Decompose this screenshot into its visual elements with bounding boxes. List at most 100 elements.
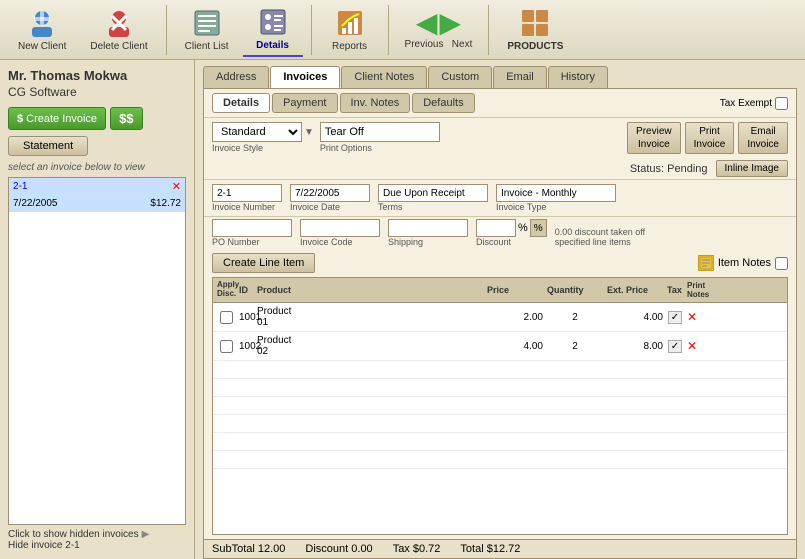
empty-row — [213, 361, 787, 379]
dollar-icon: $ — [17, 113, 23, 125]
create-invoice-button[interactable]: $ Create Invoice — [8, 107, 106, 130]
previous-button[interactable]: ◀ — [416, 9, 438, 37]
details-button[interactable]: Details — [243, 2, 303, 57]
invoice-number-input[interactable] — [212, 184, 282, 202]
tax-cell-1[interactable]: ✓ — [665, 311, 685, 324]
toolbar-separator-1 — [166, 5, 167, 55]
print-options-group: Print Options — [320, 122, 440, 153]
discount-field: % % Discount — [476, 219, 547, 247]
nav-arrows: ◀ ▶ — [416, 9, 461, 37]
sub-tab-payment[interactable]: Payment — [272, 93, 337, 113]
tab-client-notes[interactable]: Client Notes — [341, 66, 427, 88]
click-invoices-link[interactable]: Click to show hidden invoices ▶ — [8, 529, 186, 540]
delete-cell-2[interactable]: ✕ — [685, 338, 705, 354]
discount-display: Discount 0.00 — [305, 543, 372, 555]
tab-address[interactable]: Address — [203, 66, 269, 88]
percent-sign: % — [518, 222, 528, 234]
table-header: ApplyDisc. ID Product Price Quantity Ext… — [213, 278, 787, 303]
delete-row-icon-1[interactable]: ✕ — [687, 310, 697, 324]
apply-discount-cell-1 — [215, 310, 237, 325]
statement-button[interactable]: Statement — [8, 136, 88, 156]
empty-row — [213, 433, 787, 451]
preview-invoice-button[interactable]: Preview Invoice — [627, 122, 681, 154]
dropdown-arrow-icon: ▼ — [304, 127, 314, 138]
prev-next-nav: ◀ ▶ Previous Next — [397, 5, 481, 54]
empty-row — [213, 451, 787, 469]
ext-price-cell-2: 8.00 — [605, 340, 665, 353]
invoice-type-label: Invoice Type — [496, 202, 616, 212]
reports-icon — [334, 7, 366, 39]
reports-button[interactable]: Reports — [320, 3, 380, 56]
dollar-amount-button[interactable]: $$ — [110, 107, 142, 130]
reports-label: Reports — [332, 41, 367, 52]
create-line-item-button[interactable]: Create Line Item — [212, 253, 315, 273]
invoice-date-label: Invoice Date — [290, 202, 370, 212]
select-invoice-label: select an invoice below to view — [8, 162, 186, 173]
empty-row — [213, 397, 787, 415]
product-name-spacer-2 — [305, 345, 485, 347]
company-name: CG Software — [8, 85, 186, 99]
quantity-cell-2: 2 — [545, 340, 605, 353]
invoice-date-input[interactable] — [290, 184, 370, 202]
toolbar-separator-4 — [488, 5, 489, 55]
quantity-cell-1: 2 — [545, 311, 605, 324]
invoice-style-select[interactable]: Standard — [212, 122, 302, 142]
print-options-input[interactable] — [320, 122, 440, 142]
sidebar-buttons: $ Create Invoice $$ — [8, 107, 186, 130]
id-header: ID — [237, 284, 255, 296]
new-client-button[interactable]: New Client — [8, 3, 76, 56]
discount-label: Discount — [476, 237, 547, 247]
po-number-input[interactable] — [212, 219, 292, 237]
terms-label: Terms — [378, 202, 488, 212]
percent-calc-button[interactable]: % — [530, 219, 547, 237]
discount-input[interactable] — [476, 219, 516, 237]
print-options-label: Print Options — [320, 143, 440, 153]
delete-client-button[interactable]: Delete Client — [80, 3, 157, 56]
tax-display: Tax $0.72 — [393, 543, 441, 555]
shipping-input[interactable] — [388, 219, 468, 237]
tab-invoices[interactable]: Invoices — [270, 66, 340, 88]
invoice-number-label: Invoice Number — [212, 202, 282, 212]
tax-cell-2[interactable]: ✓ — [665, 340, 685, 353]
item-notes-icon — [698, 255, 714, 271]
price-cell-1: 2.00 — [485, 311, 545, 324]
details-icon — [257, 6, 289, 38]
line-items-area: Create Line Item Item Notes — [204, 249, 796, 539]
toolbar-separator-3 — [388, 5, 389, 55]
tax-header: Tax — [665, 284, 685, 296]
tab-history[interactable]: History — [548, 66, 608, 88]
item-notes-button[interactable]: Item Notes — [698, 255, 788, 271]
apply-discount-checkbox-1[interactable] — [220, 311, 233, 324]
sub-tab-inv-notes[interactable]: Inv. Notes — [340, 93, 411, 113]
po-number-label: PO Number — [212, 237, 292, 247]
hide-invoice-link[interactable]: Hide invoice 2-1 — [8, 540, 186, 551]
inline-image-button[interactable]: Inline Image — [716, 160, 788, 177]
item-notes-checkbox[interactable] — [775, 257, 788, 270]
invoice-type-input[interactable] — [496, 184, 616, 202]
sub-tab-defaults[interactable]: Defaults — [412, 93, 474, 113]
apply-discount-checkbox-2[interactable] — [220, 340, 233, 353]
toolbar: New Client Delete Client Client List — [0, 0, 805, 60]
tab-email[interactable]: Email — [493, 66, 547, 88]
prev-next-label: Previous Next — [405, 39, 473, 50]
tax-exempt-checkbox[interactable] — [775, 97, 788, 110]
details-label: Details — [256, 40, 289, 51]
sub-tabs: Details Payment Inv. Notes Defaults — [212, 93, 475, 113]
print-invoice-button[interactable]: Print Invoice — [685, 122, 735, 154]
new-client-label: New Client — [18, 41, 66, 52]
invoice-style-label: Invoice Style — [212, 143, 314, 153]
invoice-code-input[interactable] — [300, 219, 380, 237]
products-button[interactable]: PRODUCTS — [497, 3, 573, 56]
client-list-button[interactable]: Client List — [175, 3, 239, 56]
delete-row-icon-2[interactable]: ✕ — [687, 339, 697, 353]
terms-input[interactable] — [378, 184, 488, 202]
email-invoice-button[interactable]: Email Invoice — [738, 122, 788, 154]
sub-tab-details[interactable]: Details — [212, 93, 270, 113]
invoice-list-item[interactable]: 2-1 ✕ — [9, 178, 185, 196]
delete-invoice-icon[interactable]: ✕ — [172, 180, 181, 193]
print-notes-header: PrintNotes — [685, 280, 705, 300]
id-cell-1: 1001 — [237, 311, 255, 324]
tab-custom[interactable]: Custom — [428, 66, 492, 88]
next-button[interactable]: ▶ — [439, 9, 461, 37]
delete-cell-1[interactable]: ✕ — [685, 309, 705, 325]
